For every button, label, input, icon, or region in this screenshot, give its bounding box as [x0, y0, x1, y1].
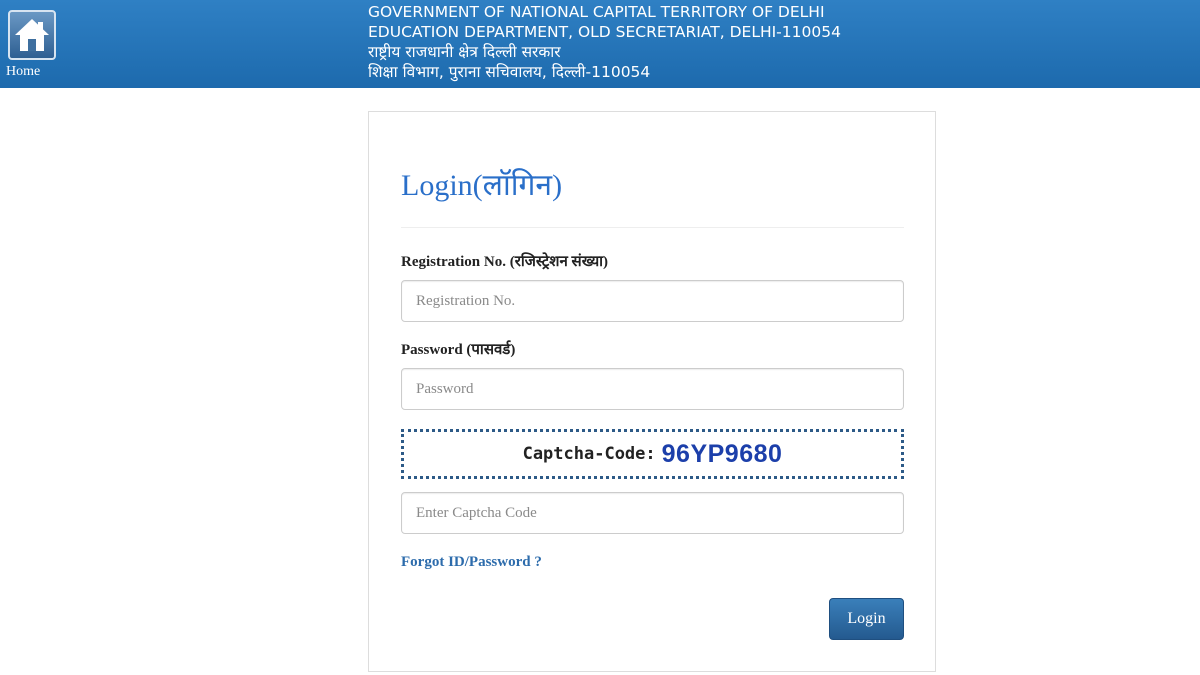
header-title: GOVERNMENT OF NATIONAL CAPITAL TERRITORY…	[368, 2, 841, 82]
header-line-2: EDUCATION DEPARTMENT, OLD SECRETARIAT, D…	[368, 23, 841, 41]
login-button[interactable]: Login	[829, 598, 904, 640]
home-label[interactable]: Home	[6, 64, 40, 80]
header-line-1: GOVERNMENT OF NATIONAL CAPITAL TERRITORY…	[368, 3, 825, 21]
header-bar: Home GOVERNMENT OF NATIONAL CAPITAL TERR…	[0, 0, 1200, 88]
registration-label: Registration No. (रजिस्ट्रेशन संख्या)	[401, 254, 609, 270]
password-input[interactable]	[401, 368, 904, 410]
captcha-box: Captcha-Code: 96YP9680	[401, 429, 904, 479]
captcha-label: Captcha-Code:	[522, 444, 656, 464]
captcha-code: 96YP9680	[661, 439, 783, 468]
forgot-password-link[interactable]: Forgot ID/Password ?	[401, 552, 542, 572]
home-link[interactable]: Home	[4, 8, 60, 80]
captcha-input[interactable]	[401, 492, 904, 534]
password-label: Password (पासवर्ड)	[401, 342, 516, 358]
header-line-4: शिक्षा विभाग, पुराना सचिवालय, दिल्ली-110…	[368, 63, 651, 81]
login-title: Login(लॉगिन)	[401, 169, 563, 202]
login-card: Login(लॉगिन) Registration No. (रजिस्ट्रे…	[368, 111, 936, 672]
home-icon[interactable]	[8, 10, 56, 60]
title-divider	[401, 227, 904, 228]
registration-input[interactable]	[401, 280, 904, 322]
header-line-3: राष्ट्रीय राजधानी क्षेत्र दिल्ली सरकार	[368, 43, 561, 61]
